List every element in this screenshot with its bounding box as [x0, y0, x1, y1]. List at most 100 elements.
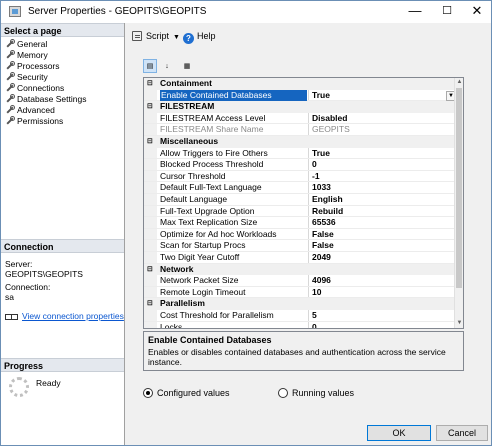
grid-property-value[interactable]: 0: [308, 159, 456, 170]
property-pages-icon[interactable]: ▦: [180, 59, 194, 73]
connection-properties-icon: [5, 312, 18, 320]
close-button[interactable]: ✕: [461, 1, 492, 23]
grid-row-gutter: [144, 147, 157, 159]
page-item-label: Permissions: [17, 116, 64, 126]
chevron-down-icon[interactable]: ▼: [173, 32, 180, 44]
wrench-icon: [5, 94, 15, 103]
script-button[interactable]: Script ▼: [132, 30, 180, 44]
scroll-down-icon[interactable]: ▼: [455, 319, 463, 328]
grid-property-row[interactable]: Remote Login Timeout 10: [144, 286, 463, 299]
grid-property-row[interactable]: Locks 0: [144, 321, 463, 328]
grid-property-value-text: True: [312, 89, 330, 100]
grid-property-row[interactable]: Scan for Startup Procs False: [144, 240, 463, 252]
grid-row-gutter: [144, 286, 157, 298]
grid-property-value[interactable]: 4096: [308, 275, 456, 286]
grid-property-row[interactable]: Two Digit Year Cutoff 2049: [144, 252, 463, 264]
grid-property-value[interactable]: 5: [308, 310, 456, 321]
grid-property-value[interactable]: False: [308, 240, 456, 251]
grid-property-value-text: 5: [312, 310, 317, 320]
grid-row-gutter: [144, 205, 157, 217]
ok-button[interactable]: OK: [367, 425, 431, 441]
cancel-button[interactable]: Cancel: [436, 425, 488, 441]
property-description-panel: Enable Contained Databases Enables or di…: [143, 331, 464, 371]
grid-property-row[interactable]: Network Packet Size 4096: [144, 275, 463, 287]
collapse-icon[interactable]: ⊟: [147, 78, 153, 90]
scroll-thumb[interactable]: [456, 88, 462, 288]
page-item-advanced[interactable]: Advanced: [5, 105, 55, 116]
grid-property-value[interactable]: 10: [308, 286, 456, 298]
grid-property-value-text: 65536: [312, 217, 336, 228]
grid-scrollbar[interactable]: ▲ ▼: [454, 78, 463, 328]
wrench-icon: [5, 61, 15, 70]
wrench-icon: [5, 83, 15, 92]
grid-property-row[interactable]: Full-Text Upgrade Option Rebuild: [144, 205, 463, 218]
grid-property-value[interactable]: 1033: [308, 182, 456, 193]
grid-property-value[interactable]: 2049: [308, 252, 456, 263]
grid-category-filestream[interactable]: ⊟ FILESTREAM: [144, 101, 463, 113]
grid-property-row[interactable]: FILESTREAM Share Name GEOPITS: [144, 124, 463, 136]
help-button[interactable]: ? Help: [183, 30, 216, 44]
alphabetical-sort-icon[interactable]: ↓: [160, 59, 174, 73]
collapse-icon[interactable]: ⊟: [147, 298, 153, 310]
grid-category-miscellaneous[interactable]: ⊟ Miscellaneous: [144, 136, 463, 148]
progress-status: Ready: [36, 378, 61, 388]
grid-property-value-text: False: [312, 240, 334, 251]
collapse-icon[interactable]: ⊟: [147, 136, 153, 148]
grid-property-value[interactable]: Rebuild: [308, 205, 456, 217]
running-values-radio[interactable]: Running values: [278, 387, 354, 399]
view-connection-properties-link[interactable]: View connection properties: [5, 311, 124, 321]
wrench-icon: [5, 72, 15, 81]
grid-property-row[interactable]: Blocked Process Threshold 0: [144, 159, 463, 171]
grid-property-value[interactable]: 0: [308, 321, 456, 328]
grid-property-value[interactable]: False: [308, 228, 456, 240]
grid-property-row[interactable]: Max Text Replication Size 65536: [144, 217, 463, 229]
categorized-view-icon[interactable]: ▤: [143, 59, 157, 73]
grid-property-value[interactable]: 65536: [308, 217, 456, 228]
grid-category-parallelism[interactable]: ⊟ Parallelism: [144, 298, 463, 310]
grid-property-row[interactable]: Allow Triggers to Fire Others True: [144, 147, 463, 160]
grid-property-value-text: Disabled: [312, 112, 348, 123]
grid-property-row[interactable]: Optimize for Ad hoc Workloads False: [144, 228, 463, 241]
page-item-general[interactable]: General: [5, 39, 47, 50]
grid-property-row[interactable]: Default Language English: [144, 194, 463, 206]
page-item-label: Advanced: [17, 105, 55, 115]
grid-property-row[interactable]: Cursor Threshold -1: [144, 170, 463, 183]
grid-property-row[interactable]: FILESTREAM Access Level Disabled: [144, 112, 463, 125]
page-item-processors[interactable]: Processors: [5, 61, 60, 72]
radio-unchecked-icon: [278, 388, 288, 398]
grid-property-value[interactable]: True: [308, 147, 456, 159]
grid-property-value[interactable]: Disabled: [308, 112, 456, 124]
maximize-button[interactable]: ☐: [431, 1, 463, 23]
grid-row-gutter: [144, 159, 157, 170]
grid-row-gutter: [144, 240, 157, 251]
grid-row-gutter: [144, 182, 157, 193]
grid-property-row[interactable]: Enable Contained Databases True ▼: [144, 89, 463, 102]
grid-category-label: FILESTREAM: [160, 101, 215, 112]
grid-property-value[interactable]: English: [308, 194, 456, 205]
grid-row-gutter: [144, 112, 157, 124]
grid-property-row[interactable]: Cost Threshold for Parallelism 5: [144, 310, 463, 322]
page-item-connections[interactable]: Connections: [5, 83, 64, 94]
left-panel: Select a page General Memory Processors …: [1, 23, 125, 445]
page-item-database-settings[interactable]: Database Settings: [5, 94, 86, 105]
grid-category-containment[interactable]: ⊟ Containment: [144, 78, 463, 90]
grid-category-label: Containment: [160, 78, 212, 88]
page-item-permissions[interactable]: Permissions: [5, 116, 63, 127]
collapse-icon[interactable]: ⊟: [147, 101, 153, 113]
page-item-memory[interactable]: Memory: [5, 50, 48, 61]
grid-property-row[interactable]: Default Full-Text Language 1033: [144, 182, 463, 194]
scroll-up-icon[interactable]: ▲: [455, 78, 463, 87]
wrench-icon: [5, 39, 15, 48]
page-item-security[interactable]: Security: [5, 72, 48, 83]
grid-property-value-text: 0: [312, 159, 317, 170]
progress-heading: Progress: [1, 358, 124, 372]
connection-value: sa: [5, 292, 14, 302]
collapse-icon[interactable]: ⊟: [147, 264, 153, 276]
description-title: Enable Contained Databases: [148, 335, 272, 345]
property-grid[interactable]: ⊟ Containment Enable Contained Databases Tr…: [143, 77, 464, 329]
minimize-button[interactable]: —: [399, 1, 431, 23]
grid-property-value[interactable]: True ▼: [308, 89, 456, 101]
grid-property-value[interactable]: -1: [308, 170, 456, 182]
grid-category-network[interactable]: ⊟ Network: [144, 263, 463, 276]
configured-values-radio[interactable]: Configured values: [143, 387, 230, 399]
